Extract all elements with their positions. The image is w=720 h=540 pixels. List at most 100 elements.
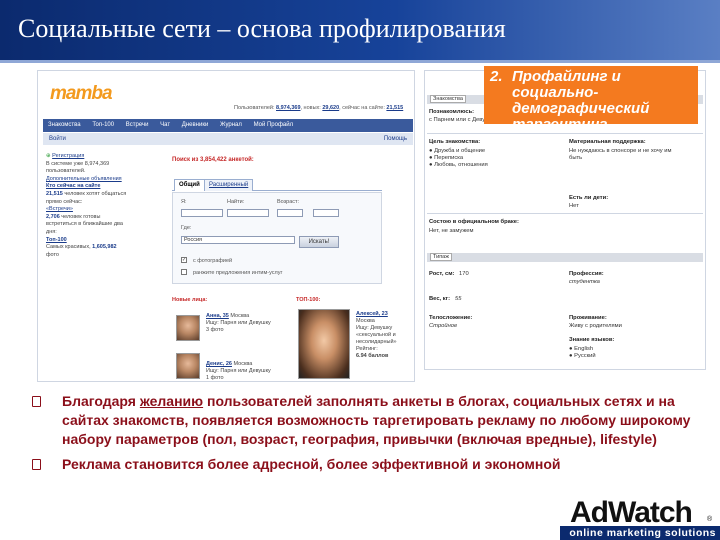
seek-select[interactable] [227, 209, 269, 217]
photos-text-2: фото [46, 251, 59, 258]
nav-item-dating[interactable]: Знакомства [43, 119, 86, 131]
divider [427, 133, 703, 134]
stats-online[interactable]: 21,515 [386, 105, 403, 111]
new-face-item: Денис, 26 Москва Ищу: Парня или Девушку … [206, 361, 271, 381]
age-from-select[interactable] [277, 209, 303, 217]
lang-list: ● English ● Русский [569, 346, 596, 359]
body-label: Телосложение: [429, 315, 473, 321]
stats-new[interactable]: 29,620 [322, 105, 339, 111]
stats-online-label: , сейчас на сайте: [339, 105, 385, 111]
nav-item-meetings[interactable]: Встречи [121, 119, 154, 131]
photo-checkbox[interactable]: ✓ [181, 257, 187, 263]
photos-count: 1,605,982 [92, 244, 117, 251]
register-link[interactable]: Регистрация [52, 153, 84, 159]
nav-item-diaries[interactable]: Дневники [177, 119, 214, 131]
top100-link[interactable]: Топ-100 [46, 237, 146, 245]
goal-item: Дружба и общение [434, 148, 486, 154]
top-person-line2: «сексуальной и [356, 332, 396, 338]
online-text: человек хотят общаться [64, 190, 127, 197]
photos-text: Самых красивых, [46, 244, 91, 251]
in-system-text-2: пользователей. [46, 168, 86, 175]
nav-item-chat[interactable]: Чат [155, 119, 175, 131]
nav-item-my-profile[interactable]: Мой Профайл [249, 119, 299, 131]
photo-checkbox-label: с фотографией [193, 258, 233, 264]
top-person-name[interactable]: Алексей, 23 [356, 311, 414, 318]
site-stats: Пользователей: 8,974,369, новых: 29,620,… [234, 105, 403, 111]
living-label: Проживание: [569, 315, 607, 321]
bullet-box-icon [32, 459, 41, 470]
job-label: Профессия: [569, 271, 604, 277]
top-profile-photo[interactable] [298, 309, 350, 379]
meetings-text-3: дня: [46, 228, 57, 235]
registered-mark: ® [707, 516, 713, 523]
bullet-1-pre: Благодаря [62, 393, 140, 409]
kids-label: Есть ли дети: [569, 195, 609, 201]
goal-list: ● Дружба и общение ● Переписка ● Любовь,… [429, 148, 488, 168]
tab-advanced[interactable]: Расширенный [204, 179, 254, 191]
meetings-text: человек готовы [61, 213, 101, 220]
age-to-select[interactable] [313, 209, 339, 217]
person-city: Москва [230, 313, 250, 319]
login-link[interactable]: Войти [49, 136, 66, 142]
adwatch-logo: AdWatch [570, 496, 693, 529]
bullet-item: Благодаря желанию пользователей заполнят… [30, 392, 700, 449]
meetings-link[interactable]: «Встречи» [46, 206, 146, 214]
nav-item-journal[interactable]: Журнал [215, 119, 247, 131]
rank-checkbox[interactable] [181, 269, 187, 275]
mamba-logo[interactable]: mamba [50, 83, 113, 105]
who-online-link[interactable]: Кто сейчас на сайте [46, 183, 146, 191]
rating-value: 6.94 баллов [356, 353, 389, 359]
lang-item: English [574, 346, 594, 352]
person-name[interactable]: Анна, 35 [206, 313, 229, 319]
help-link[interactable]: Помощь [384, 136, 407, 142]
gender-select[interactable] [181, 209, 223, 217]
profile-photo[interactable] [176, 315, 200, 341]
top-person-seek: Ищу: Девушку [356, 325, 393, 331]
bullet-1-link[interactable]: желанию [140, 393, 203, 409]
weight-label: Вес, кг: [429, 296, 451, 302]
person-photos[interactable]: 1 фото [206, 375, 271, 381]
new-faces-heading: Новые лица: [172, 297, 208, 303]
nav-item-top100[interactable]: Топ-100 [87, 119, 119, 131]
search-title: Поиск из 3,854,422 анкетой: [172, 157, 254, 163]
left-column: ⊕ Регистрация В системе уже 8,974,369 по… [46, 153, 146, 259]
meetings-text-2: встретиться в ближайшие два [46, 221, 123, 228]
meetings-count: 2,706 [46, 213, 60, 220]
country-select[interactable]: Россия [181, 236, 295, 244]
lang-label: Знание языков: [569, 337, 615, 343]
job-value: студентка [569, 279, 600, 285]
meet-label: Познакомлюсь: [429, 109, 475, 115]
callout-box: 2. Профайлинг и социально-демографически… [484, 66, 698, 133]
online-count: 21,515 [46, 190, 63, 197]
support-value-1: Не нуждаюсь в спонсоре и не хочу им [569, 148, 672, 154]
person-name[interactable]: Денис, 26 [206, 361, 232, 367]
main-nav: Знакомства Топ-100 Встречи Чат Дневники … [43, 119, 413, 132]
support-label: Материальная поддержка: [569, 139, 646, 145]
height-value: 170 [459, 271, 469, 277]
tab-general[interactable]: Общий [174, 179, 205, 191]
rating-label: Рейтинг: [356, 346, 378, 352]
goal-item: Переписка [434, 155, 464, 161]
goal-item: Любовь, отношения [434, 162, 488, 168]
label-age: Возраст: [277, 199, 300, 205]
weight-value: 55 [455, 296, 462, 302]
label-i: Я: [181, 199, 187, 205]
header-divider [0, 60, 720, 63]
label-find: Найти: [227, 199, 245, 205]
profile-photo[interactable] [176, 353, 200, 379]
bullet-2-text: Реклама становится более адресной, более… [62, 456, 561, 472]
top-person-city: Москва [356, 318, 375, 324]
top-person-line3: несолидарный» [356, 339, 397, 345]
marital-value: Нет, не замужем [429, 228, 474, 234]
marital-label: Состою в официальном браке: [429, 219, 519, 225]
rank-checkbox-label: ранжите предложения интим-услуг [193, 270, 283, 276]
plus-icon: ⊕ [46, 153, 51, 159]
stats-new-label: , новых: [300, 105, 321, 111]
slide-header: Социальные сети – основа профилирования [0, 0, 720, 60]
person-photos[interactable]: 3 фото [206, 327, 271, 334]
bullet-box-icon [32, 396, 41, 407]
search-form: Я: Найти: Возраст: Где: Россия Искать! ✓… [172, 192, 382, 284]
stats-total[interactable]: 8,974,369 [276, 105, 300, 111]
search-button[interactable]: Искать! [299, 236, 339, 248]
section-bar-type: Типаж [427, 253, 703, 262]
